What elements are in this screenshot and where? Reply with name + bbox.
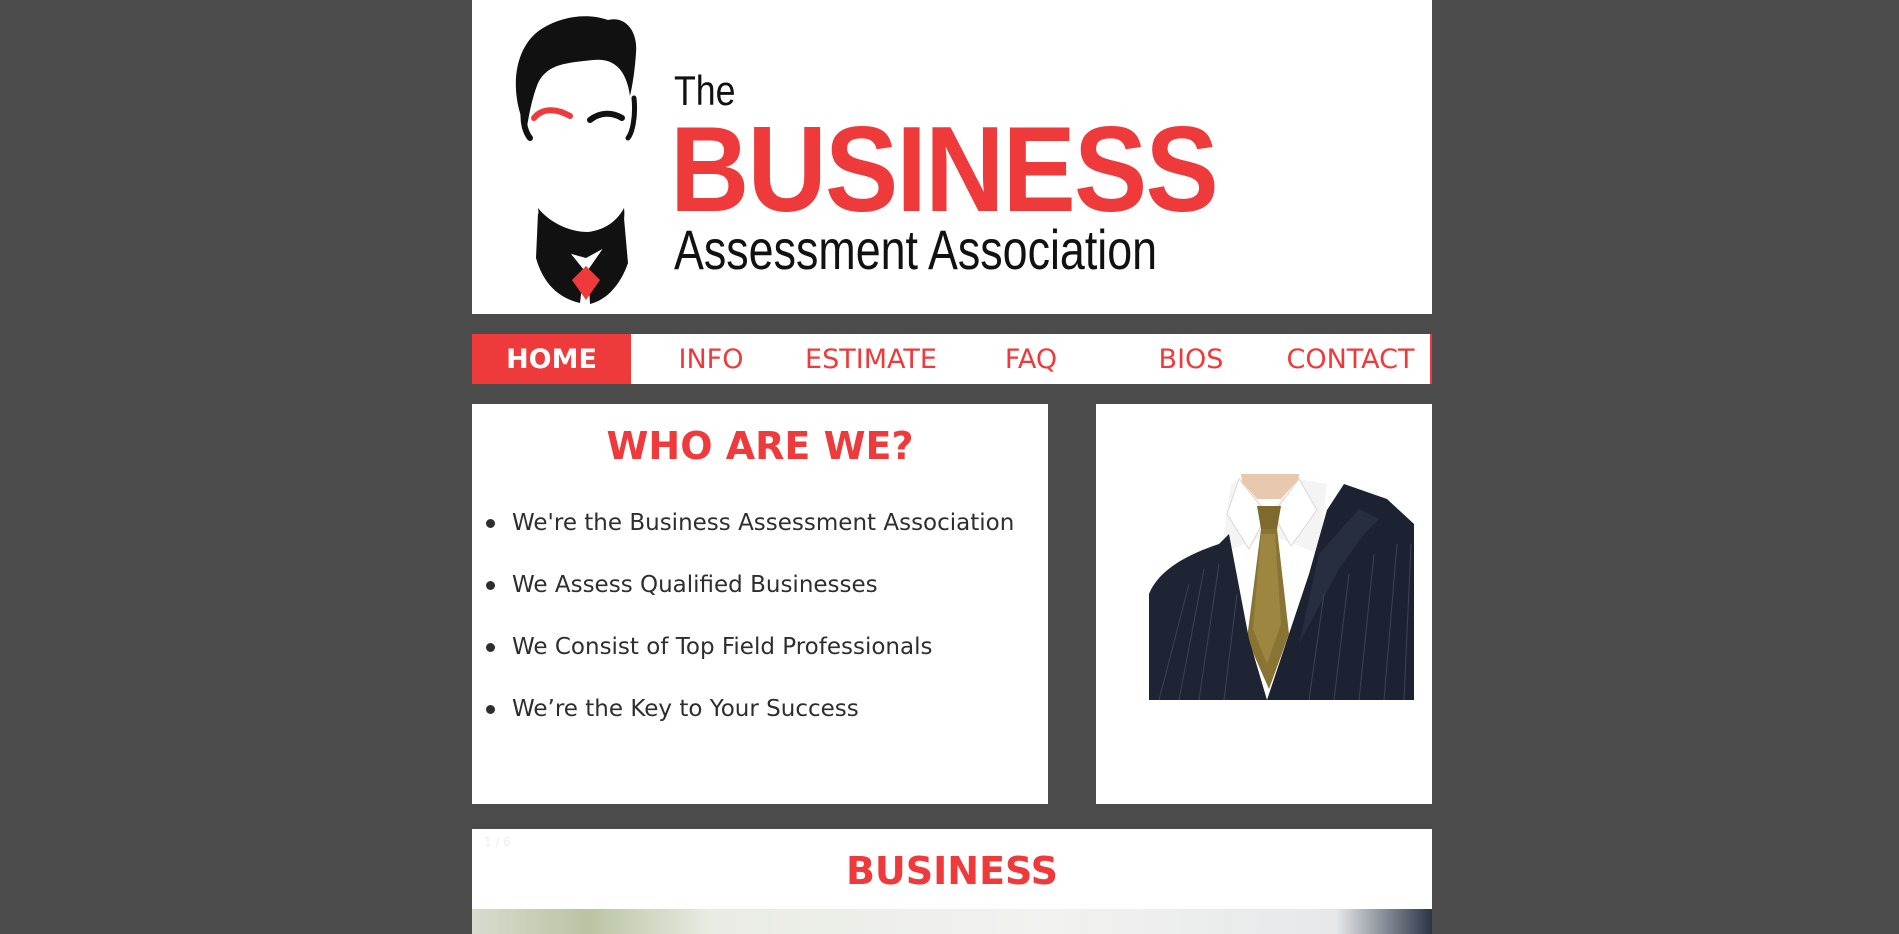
list-item: We Assess Qualified Businesses bbox=[484, 572, 1014, 634]
nav-item-estimate[interactable]: ESTIMATE bbox=[791, 334, 951, 384]
nav-item-info[interactable]: INFO bbox=[631, 334, 791, 384]
slide-counter: 1 / 6 bbox=[484, 835, 511, 849]
bullet-icon bbox=[486, 705, 495, 714]
site-header: The BUSINESS Assessment Association bbox=[472, 0, 1432, 314]
who-are-we-list: We're the Business Assessment Associatio… bbox=[484, 510, 1014, 758]
list-item-text: We're the Business Assessment Associatio… bbox=[512, 510, 1015, 536]
nav-item-contact[interactable]: CONTACT bbox=[1271, 334, 1430, 384]
page-container: The BUSINESS Assessment Association HOME… bbox=[472, 0, 1432, 934]
list-item-text: We Consist of Top Field Professionals bbox=[512, 634, 933, 660]
list-item-text: We’re the Key to Your Success bbox=[512, 696, 859, 722]
slider-title: BUSINESS bbox=[845, 849, 1059, 893]
list-item: We Consist of Top Field Professionals bbox=[484, 634, 1014, 696]
businessman-suit-photo bbox=[1149, 474, 1414, 700]
nav-item-bios[interactable]: BIOS bbox=[1111, 334, 1271, 384]
bullet-icon bbox=[486, 581, 495, 590]
list-item: We're the Business Assessment Associatio… bbox=[484, 510, 1014, 572]
nav-item-faq[interactable]: FAQ bbox=[951, 334, 1111, 384]
businessman-logo-icon bbox=[515, 16, 637, 304]
business-slider: 1 / 6 BUSINESS bbox=[472, 829, 1432, 934]
nav-item-home[interactable]: HOME bbox=[472, 334, 631, 384]
bullet-icon bbox=[486, 519, 495, 528]
photo-card bbox=[1096, 404, 1432, 804]
list-item-text: We Assess Qualified Businesses bbox=[512, 572, 878, 598]
main-nav: HOME INFO ESTIMATE FAQ BIOS CONTACT bbox=[472, 334, 1432, 384]
who-are-we-title: WHO ARE WE? bbox=[606, 424, 914, 468]
bullet-icon bbox=[486, 643, 495, 652]
list-item: We’re the Key to Your Success bbox=[484, 696, 1014, 758]
logo-subtitle-text: Assessment Association bbox=[674, 218, 1158, 281]
who-are-we-card: WHO ARE WE? We're the Business Assessmen… bbox=[472, 404, 1048, 804]
slider-image[interactable] bbox=[472, 909, 1432, 934]
logo-business-text: BUSINESS bbox=[670, 101, 1219, 237]
